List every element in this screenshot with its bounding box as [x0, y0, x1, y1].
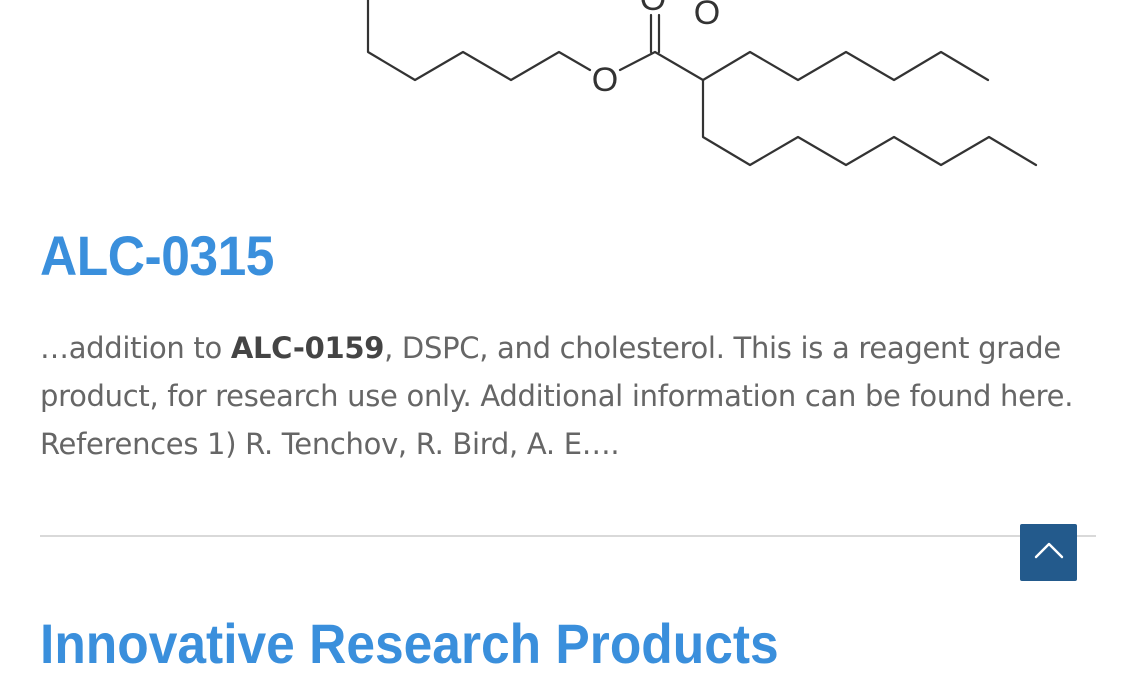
- chevron-up-icon: [1034, 541, 1064, 564]
- excerpt-prefix: …addition to: [40, 331, 231, 365]
- scroll-to-top-button[interactable]: [1020, 524, 1077, 581]
- excerpt-highlight: ALC-0159: [230, 331, 385, 365]
- excerpt-line1-rest: , DSPC, and cholesterol. This is a reage…: [384, 331, 1061, 365]
- ester-oxygen-label: O: [592, 61, 618, 99]
- result-title-link[interactable]: ALC-0315: [40, 224, 274, 288]
- excerpt-line2: product, for research use only. Addition…: [40, 379, 1074, 413]
- result-divider: [40, 535, 1096, 537]
- next-result-title-link[interactable]: Innovative Research Products: [40, 612, 779, 676]
- excerpt-line3: References 1) R. Tenchov, R. Bird, A. E……: [40, 427, 620, 461]
- carbonyl-oxygen-label: O: [640, 0, 666, 18]
- oxygen-label: O: [694, 0, 720, 32]
- chemical-structure-image: O O O: [0, 0, 1136, 200]
- result-excerpt: …addition to ALC-0159, DSPC, and cholest…: [40, 324, 1100, 468]
